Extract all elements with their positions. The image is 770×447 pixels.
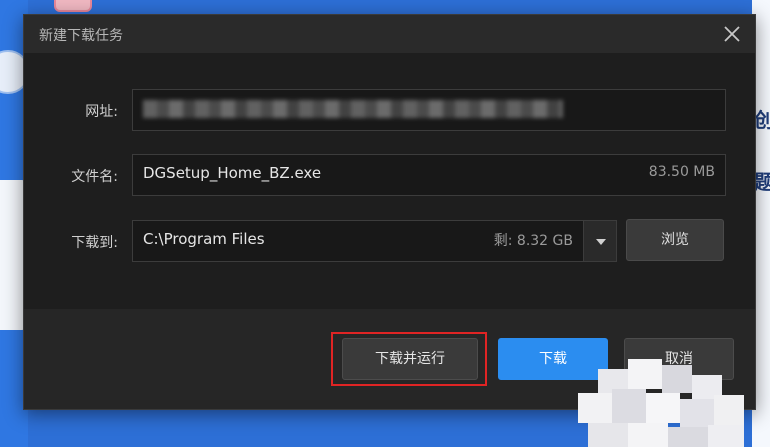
- saveto-input[interactable]: C:\Program Files 剩: 8.32 GB: [132, 220, 584, 262]
- background-right-text-1: 创: [754, 108, 770, 132]
- background-right-text-2: 题: [754, 170, 770, 194]
- dialog-titlebar: 新建下载任务: [24, 15, 755, 53]
- close-icon[interactable]: [723, 25, 741, 43]
- dialog-form: 网址: 文件名: DGSetup_Home_BZ.exe 83.50 MB 下载…: [24, 53, 755, 309]
- url-value-blurred: [143, 100, 563, 118]
- url-input[interactable]: [132, 89, 726, 131]
- url-label: 网址:: [85, 104, 118, 120]
- free-space: 剩: 8.32 GB: [493, 233, 573, 249]
- saveto-value: C:\Program Files: [143, 230, 265, 248]
- file-size: 83.50 MB: [648, 164, 715, 180]
- watermark-mosaic: [578, 355, 748, 447]
- download-and-run-button[interactable]: 下载并运行: [342, 338, 478, 380]
- filename-label: 文件名:: [71, 169, 118, 185]
- filename-input[interactable]: DGSetup_Home_BZ.exe 83.50 MB: [132, 154, 726, 196]
- new-download-dialog: 新建下载任务 网址: 文件名: DGSetup_Home_BZ.exe 83.5…: [23, 14, 756, 410]
- browse-button[interactable]: 浏览: [626, 219, 724, 261]
- saveto-dropdown-button[interactable]: [583, 220, 617, 262]
- dialog-title: 新建下载任务: [39, 28, 123, 44]
- filename-value: DGSetup_Home_BZ.exe: [143, 164, 322, 182]
- background-top-icon: [54, 0, 92, 12]
- chevron-down-icon: [596, 239, 606, 245]
- saveto-label: 下载到:: [71, 235, 118, 251]
